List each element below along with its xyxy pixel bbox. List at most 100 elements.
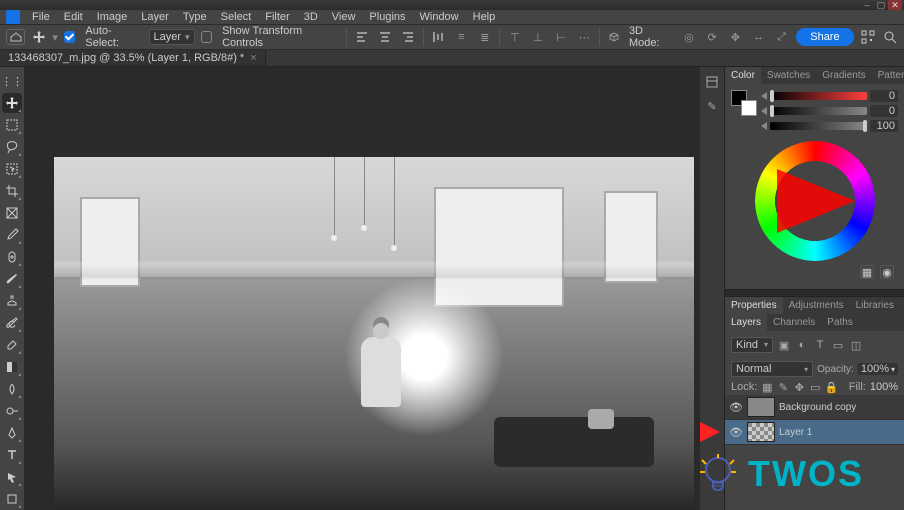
color-picker-grid-icon[interactable]: ▦ <box>860 265 874 279</box>
s-value[interactable]: 0 <box>870 105 898 117</box>
layer-row[interactable]: 👁 Background copy <box>725 395 904 420</box>
menu-select[interactable]: Select <box>215 11 258 23</box>
align-top-icon[interactable]: ⊤ <box>506 29 523 45</box>
menu-layer[interactable]: Layer <box>135 11 175 23</box>
menu-3d[interactable]: 3D <box>298 11 324 23</box>
show-transform-checkbox[interactable] <box>201 31 213 43</box>
move-tool[interactable] <box>2 93 22 113</box>
history-panel-icon[interactable] <box>703 73 721 91</box>
tab-adjustments[interactable]: Adjustments <box>783 297 850 314</box>
filter-shape-icon[interactable]: ▭ <box>831 338 845 352</box>
b-value[interactable]: 100 <box>870 120 898 132</box>
blend-mode-select[interactable]: Normal <box>731 361 813 377</box>
qr-icon[interactable] <box>860 29 877 45</box>
autoselect-target-select[interactable]: Layer <box>149 29 195 45</box>
gradient-tool[interactable] <box>2 357 22 377</box>
3d-zoom-icon[interactable]: ⤢ <box>773 29 790 45</box>
type-tool[interactable] <box>2 445 22 465</box>
menu-edit[interactable]: Edit <box>58 11 89 23</box>
ps-logo-icon[interactable] <box>6 10 20 24</box>
clone-stamp-tool[interactable] <box>2 291 22 311</box>
layer-kind-select[interactable]: Kind <box>731 337 773 353</box>
tab-color[interactable]: Color <box>725 67 761 84</box>
menu-type[interactable]: Type <box>177 11 213 23</box>
align-right-icon[interactable] <box>400 29 417 45</box>
lock-all-icon[interactable]: 🔒 <box>825 381 837 393</box>
menu-view[interactable]: View <box>326 11 362 23</box>
distribute-bottom-icon[interactable]: ≣ <box>476 29 493 45</box>
home-button[interactable] <box>6 29 25 45</box>
brushes-panel-icon[interactable]: ✎ <box>703 97 721 115</box>
canvas-area[interactable] <box>24 67 724 510</box>
layer-name[interactable]: Layer 1 <box>779 427 900 438</box>
filter-pixel-icon[interactable]: ▣ <box>777 338 791 352</box>
layer-thumbnail[interactable] <box>747 397 775 417</box>
frame-tool[interactable] <box>2 203 22 223</box>
menu-window[interactable]: Window <box>414 11 465 23</box>
s-slider[interactable] <box>770 107 867 115</box>
3d-pan-icon[interactable]: ✥ <box>727 29 744 45</box>
align-hcenter-icon[interactable] <box>377 29 394 45</box>
marquee-tool[interactable] <box>2 115 22 135</box>
tab-gradients[interactable]: Gradients <box>816 67 871 84</box>
autoselect-checkbox[interactable] <box>64 31 75 43</box>
minimize-button[interactable]: – <box>860 0 874 10</box>
lock-pixels-icon[interactable]: ✎ <box>777 381 789 393</box>
color-picker-target-icon[interactable]: ◉ <box>880 265 894 279</box>
layer-name[interactable]: Background copy <box>779 402 900 413</box>
history-brush-tool[interactable] <box>2 313 22 333</box>
document-tab[interactable]: 133468307_m.jpg @ 33.5% (Layer 1, RGB/8#… <box>0 50 266 66</box>
fill-value[interactable]: 100% <box>870 381 898 393</box>
move-tool-icon[interactable] <box>31 29 46 45</box>
lock-artboard-icon[interactable]: ▭ <box>809 381 821 393</box>
panel-divider[interactable] <box>725 289 904 297</box>
align-vcenter-icon[interactable]: ⊥ <box>529 29 546 45</box>
layer-thumbnail[interactable] <box>747 422 775 442</box>
lasso-tool[interactable] <box>2 137 22 157</box>
tab-properties[interactable]: Properties <box>725 297 783 314</box>
color-swatch-pair[interactable] <box>731 90 757 116</box>
3d-slide-icon[interactable]: ↔ <box>750 29 767 45</box>
background-color[interactable] <box>741 100 757 116</box>
lock-transparent-icon[interactable]: ▦ <box>761 381 773 393</box>
close-tab-icon[interactable]: × <box>250 52 256 64</box>
crop-tool[interactable] <box>2 181 22 201</box>
b-slider[interactable] <box>770 122 867 130</box>
visibility-toggle-icon[interactable]: 👁 <box>729 401 743 414</box>
tab-paths[interactable]: Paths <box>821 314 859 331</box>
align-bottom-icon[interactable]: ⊢ <box>553 29 570 45</box>
pen-tool[interactable] <box>2 423 22 443</box>
object-selection-tool[interactable] <box>2 159 22 179</box>
more-options-icon[interactable]: ⋯ <box>576 29 593 45</box>
h-slider[interactable] <box>770 92 867 100</box>
close-button[interactable]: ✕ <box>888 0 902 10</box>
filter-adjustment-icon[interactable]: ◐ <box>795 338 809 352</box>
share-button[interactable]: Share <box>796 28 853 46</box>
path-selection-tool[interactable] <box>2 467 22 487</box>
distribute-vcenter-icon[interactable]: ≡ <box>453 29 470 45</box>
rectangle-tool[interactable] <box>2 489 22 509</box>
opacity-value[interactable]: 100% <box>858 363 898 375</box>
tab-patterns[interactable]: Patterns <box>872 67 904 84</box>
3d-roll-icon[interactable]: ⟳ <box>704 29 721 45</box>
menu-image[interactable]: Image <box>91 11 134 23</box>
blur-tool[interactable] <box>2 379 22 399</box>
filter-smart-icon[interactable]: ◫ <box>849 338 863 352</box>
filter-type-icon[interactable]: T <box>813 338 827 352</box>
align-left-icon[interactable] <box>353 29 370 45</box>
menu-help[interactable]: Help <box>467 11 502 23</box>
menu-filter[interactable]: Filter <box>259 11 295 23</box>
healing-brush-tool[interactable] <box>2 247 22 267</box>
lock-position-icon[interactable]: ✥ <box>793 381 805 393</box>
menu-plugins[interactable]: Plugins <box>363 11 411 23</box>
h-value[interactable]: 0 <box>870 90 898 102</box>
tab-libraries[interactable]: Libraries <box>850 297 900 314</box>
tab-swatches[interactable]: Swatches <box>761 67 816 84</box>
dodge-tool[interactable] <box>2 401 22 421</box>
layer-row[interactable]: 👁 Layer 1 <box>725 420 904 445</box>
maximize-button[interactable]: ▢ <box>874 0 888 10</box>
tab-channels[interactable]: Channels <box>767 314 821 331</box>
tab-layers[interactable]: Layers <box>725 314 767 331</box>
eraser-tool[interactable] <box>2 335 22 355</box>
3d-orbit-icon[interactable]: ◎ <box>680 29 697 45</box>
